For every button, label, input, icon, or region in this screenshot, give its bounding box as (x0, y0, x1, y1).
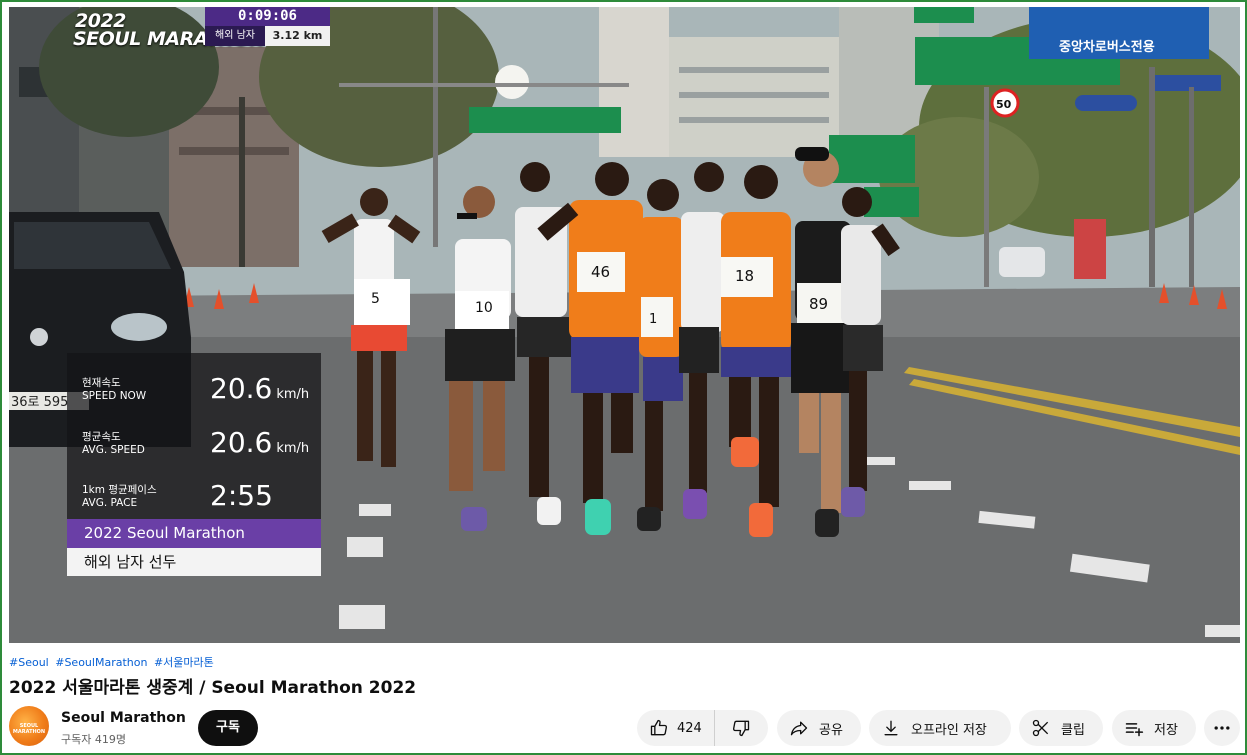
offline-save-button[interactable]: 오프라인 저장 (869, 710, 1011, 746)
subscribe-button[interactable]: 구독 (198, 710, 258, 746)
stat-label-ko: 1km 평균페이스 (82, 484, 157, 496)
video-player[interactable]: 중앙차로버스전용 50 36로 595 5 10 46 1 18 89 2022… (9, 7, 1240, 643)
stat-label-ko: 현재속도 (82, 377, 121, 389)
like-count: 424 (677, 720, 702, 736)
hashtags: #Seoul #SeoulMarathon #서울마라톤 (9, 654, 217, 670)
stat-value: 2:55 (210, 479, 273, 512)
bib-10: 10 (475, 300, 493, 316)
stat-unit: km/h (276, 441, 310, 456)
stat-unit: km/h (276, 387, 310, 402)
share-label: 공유 (819, 722, 843, 738)
bib-89: 89 (809, 295, 828, 313)
save-label: 저장 (1154, 722, 1178, 738)
download-icon (884, 720, 898, 736)
stat-label-ko: 평균속도 (82, 431, 121, 443)
video-title: 2022 서울마라톤 생중계 / Seoul Marathon 2022 (9, 678, 417, 698)
timer-distance: 3.12 km (265, 26, 330, 46)
share-button[interactable]: 공유 (777, 710, 861, 746)
stat-label-en: AVG. SPEED (82, 444, 145, 456)
stat-avg-pace: 1km 평균페이스 AVG. PACE 2:55 (67, 470, 321, 522)
elapsed-time: 0:09:06 (205, 7, 330, 26)
clip-label: 클립 (1061, 722, 1085, 738)
channel-name[interactable]: Seoul Marathon (61, 710, 186, 726)
save-button[interactable]: 저장 (1112, 710, 1196, 746)
like-button[interactable]: 424 (637, 710, 715, 746)
stat-value: 20.6 (210, 372, 273, 405)
stats-panel: 현재속도 SPEED NOW 20.6 km/h 평균속도 AVG. SPEED … (67, 353, 321, 519)
more-actions-button[interactable] (1204, 710, 1240, 746)
offline-save-label: 오프라인 저장 (911, 722, 987, 738)
runner-group-bar: 해외 남자 선두 (67, 548, 321, 576)
thumbs-down-icon (733, 720, 750, 737)
stat-label-en: AVG. PACE (82, 497, 138, 509)
stat-value: 20.6 (210, 426, 273, 459)
stat-label-en: SPEED NOW (82, 390, 147, 402)
playlist-add-icon (1125, 723, 1144, 737)
dislike-button[interactable] (715, 710, 768, 746)
stat-avg-speed: 평균속도 AVG. SPEED 20.6 km/h (67, 417, 321, 469)
scissors-icon (1032, 719, 1049, 737)
bib-1: 1 (649, 312, 657, 327)
clip-button[interactable]: 클립 (1019, 710, 1103, 746)
thumbs-up-icon (650, 719, 668, 736)
road-sign-text: 중앙차로버스전용 (1059, 39, 1155, 55)
race-timer: 0:09:06 해외 남자 3.12 km (205, 7, 330, 46)
subscriber-count: 구독자 419명 (61, 733, 126, 746)
share-icon (790, 721, 808, 736)
hashtag-link[interactable]: #서울마라톤 (154, 656, 214, 669)
bib-18: 18 (735, 267, 754, 285)
avatar-logo-text: SEOUL MARATHON (12, 723, 46, 735)
event-name-bar: 2022 Seoul Marathon (67, 519, 321, 548)
stat-speed-now: 현재속도 SPEED NOW 20.6 km/h (67, 363, 321, 415)
timer-category: 해외 남자 (205, 26, 265, 46)
channel-avatar[interactable]: SEOUL MARATHON (9, 706, 49, 746)
bib-46: 46 (591, 263, 610, 281)
more-icon (1214, 726, 1230, 730)
car-plate: 36로 595 (11, 395, 68, 410)
broadcast-logo: 2022 SEOUL MARATHON (73, 10, 266, 50)
hashtag-link[interactable]: #Seoul (9, 656, 49, 669)
speed-limit-sign: 50 (996, 98, 1012, 111)
hashtag-link[interactable]: #SeoulMarathon (55, 656, 147, 669)
like-dislike-group: 424 (637, 710, 768, 746)
bib-5: 5 (371, 291, 380, 307)
